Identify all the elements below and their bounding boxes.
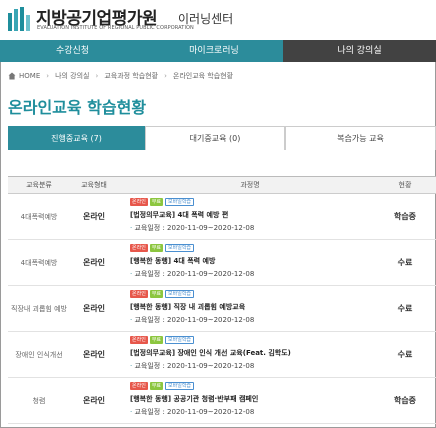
period-value: 2020-11-09~2020-12-08 [167, 362, 255, 370]
breadcrumb-item-current: 온라인교육 학습현황 [172, 72, 234, 80]
nav-item-enrollment[interactable]: 수강신청 [0, 40, 145, 62]
site-subtitle: EVALUATION INSTITUTE OF REGIONAL PUBLIC … [37, 25, 194, 31]
breadcrumb: HOME › 나의 강의실 › 교육과정 학습현황 › 온라인교육 학습현황 [8, 71, 233, 81]
course-title-link[interactable]: [법정의무교육] 4대 폭력 예방 편 [130, 210, 370, 220]
course-title-link[interactable]: [행복한 동행] 직장 내 괴롭힘 예방교육 [130, 302, 370, 312]
course-period: · 교육일정 : 2020-11-09~2020-12-08 [130, 408, 255, 416]
mobile-badge: 모바일학습 [165, 290, 195, 298]
breadcrumb-item[interactable]: 나의 강의실 [55, 71, 89, 81]
category-cell: 청렴 [32, 396, 46, 405]
mobile-badge: 모바일학습 [165, 336, 195, 344]
header-status: 현황 [398, 181, 412, 189]
page-title: 온라인교육 학습현황 [8, 98, 147, 117]
course-cell: 온라인 무료 모바일학습 [법정의무교육] 장애인 인식 개선 교육(Feat.… [130, 336, 370, 371]
type-cell: 온라인 [82, 258, 106, 267]
status-cell: 수료 [397, 258, 413, 267]
free-badge: 무료 [149, 244, 164, 252]
status-cell: 수료 [397, 350, 413, 359]
table-row: 청렴 온라인 온라인 무료 모바일학습 [행복한 동행] 공공기관 청렴·반부패… [8, 378, 436, 424]
status-tabs: 진행중교육 (7) 대기중교육 (0) 복습가능 교육 [8, 126, 436, 150]
category-cell: 장애인 인식개선 [15, 350, 63, 359]
bullet-icon: · [130, 270, 133, 278]
free-badge: 무료 [149, 290, 164, 298]
online-badge: 온라인 [130, 336, 148, 344]
course-period: · 교육일정 : 2020-11-09~2020-12-08 [130, 224, 255, 232]
tab-waiting[interactable]: 대기중교육 (0) [145, 126, 285, 150]
course-cell: 온라인 무료 모바일학습 [법정의무교육] 4대 폭력 예방 편 · 교육일정 … [130, 198, 370, 233]
bullet-icon: · [130, 224, 133, 232]
bullet-icon: · [130, 362, 133, 370]
breadcrumb-separator: › [46, 72, 50, 80]
category-cell: 직장내 괴롭힘 예방 [11, 304, 67, 313]
online-badge: 온라인 [130, 198, 148, 206]
period-label: 교육일정 [134, 224, 161, 232]
course-cell: 온라인 무료 모바일학습 [행복한 동행] 4대 폭력 예방 · 교육일정 : … [130, 244, 370, 279]
badge-group: 온라인 무료 모바일학습 [130, 244, 370, 253]
status-cell: 학습중 [393, 212, 417, 221]
course-title-link[interactable]: [행복한 동행] 공공기관 청렴·반부패 캠페인 [130, 394, 370, 404]
elearning-label: 이러닝센터 [178, 12, 234, 26]
category-cell: 4대폭력예방 [20, 212, 58, 221]
course-period: · 교육일정 : 2020-11-09~2020-12-08 [130, 316, 255, 324]
bullet-icon: · [130, 316, 133, 324]
table-header: 교육분류 교육형태 과정명 현황 [8, 176, 436, 194]
course-title-link[interactable]: [행복한 동행] 4대 폭력 예방 [130, 256, 370, 266]
course-period: · 교육일정 : 2020-11-09~2020-12-08 [130, 362, 255, 370]
top-nav: 수강신청 마이크로러닝 나의 강의실 [0, 40, 436, 62]
mobile-badge: 모바일학습 [165, 244, 195, 252]
breadcrumb-separator: › [95, 72, 99, 80]
table-row: 직장내 괴롭힘 예방 온라인 온라인 무료 모바일학습 [행복한 동행] 직장 … [8, 286, 436, 332]
period-label: 교육일정 [134, 316, 161, 324]
bullet-icon: · [130, 408, 133, 416]
badge-group: 온라인 무료 모바일학습 [130, 198, 370, 207]
tab-in-progress[interactable]: 진행중교육 (7) [8, 126, 145, 150]
badge-group: 온라인 무료 모바일학습 [130, 290, 370, 299]
type-cell: 온라인 [82, 212, 106, 221]
course-cell: 온라인 무료 모바일학습 [행복한 동행] 공공기관 청렴·반부패 캠페인 · … [130, 382, 370, 417]
status-cell: 학습중 [393, 396, 417, 405]
nav-item-microlearning[interactable]: 마이크로러닝 [145, 40, 283, 62]
period-label: 교육일정 [134, 362, 161, 370]
course-period: · 교육일정 : 2020-11-09~2020-12-08 [130, 270, 255, 278]
logo-icon [8, 7, 30, 31]
course-cell: 온라인 무료 모바일학습 [행복한 동행] 직장 내 괴롭힘 예방교육 · 교육… [130, 290, 370, 325]
online-badge: 온라인 [130, 290, 148, 298]
breadcrumb-item[interactable]: 교육과정 학습현황 [104, 71, 158, 81]
period-value: 2020-11-09~2020-12-08 [167, 408, 255, 416]
breadcrumb-separator: › [164, 72, 167, 80]
online-badge: 온라인 [130, 244, 148, 252]
period-value: 2020-11-09~2020-12-08 [167, 316, 255, 324]
period-label: 교육일정 [134, 408, 161, 416]
period-value: 2020-11-09~2020-12-08 [167, 270, 255, 278]
breadcrumb-home[interactable]: HOME [19, 72, 40, 80]
header-category: 교육분류 [26, 181, 52, 189]
free-badge: 무료 [149, 382, 164, 390]
period-label: 교육일정 [134, 270, 161, 278]
nav-item-my-classroom[interactable]: 나의 강의실 [283, 40, 436, 62]
table-row: 장애인 인식개선 온라인 온라인 무료 모바일학습 [법정의무교육] 장애인 인… [8, 332, 436, 378]
type-cell: 온라인 [82, 304, 106, 313]
header-course: 과정명 [240, 181, 260, 189]
period-value: 2020-11-09~2020-12-08 [167, 224, 255, 232]
category-cell: 4대폭력예방 [20, 258, 58, 267]
site-header: 지방공기업평가원 EVALUATION INSTITUTE OF REGIONA… [0, 0, 436, 40]
header-type: 교육형태 [81, 181, 107, 189]
mobile-badge: 모바일학습 [165, 382, 195, 390]
home-icon [8, 72, 16, 80]
course-title-link[interactable]: [법정의무교육] 장애인 인식 개선 교육(Feat. 김학도) [130, 348, 370, 358]
badge-group: 온라인 무료 모바일학습 [130, 336, 370, 345]
status-cell: 수료 [397, 304, 413, 313]
tab-review[interactable]: 복습가능 교육 [285, 126, 436, 150]
badge-group: 온라인 무료 모바일학습 [130, 382, 370, 391]
free-badge: 무료 [149, 336, 164, 344]
type-cell: 온라인 [82, 396, 106, 405]
type-cell: 온라인 [82, 350, 106, 359]
free-badge: 무료 [149, 198, 164, 206]
online-badge: 온라인 [130, 382, 148, 390]
mobile-badge: 모바일학습 [165, 198, 195, 206]
table-row: 4대폭력예방 온라인 온라인 무료 모바일학습 [법정의무교육] 4대 폭력 예… [8, 194, 436, 240]
table-row: 4대폭력예방 온라인 온라인 무료 모바일학습 [행복한 동행] 4대 폭력 예… [8, 240, 436, 286]
